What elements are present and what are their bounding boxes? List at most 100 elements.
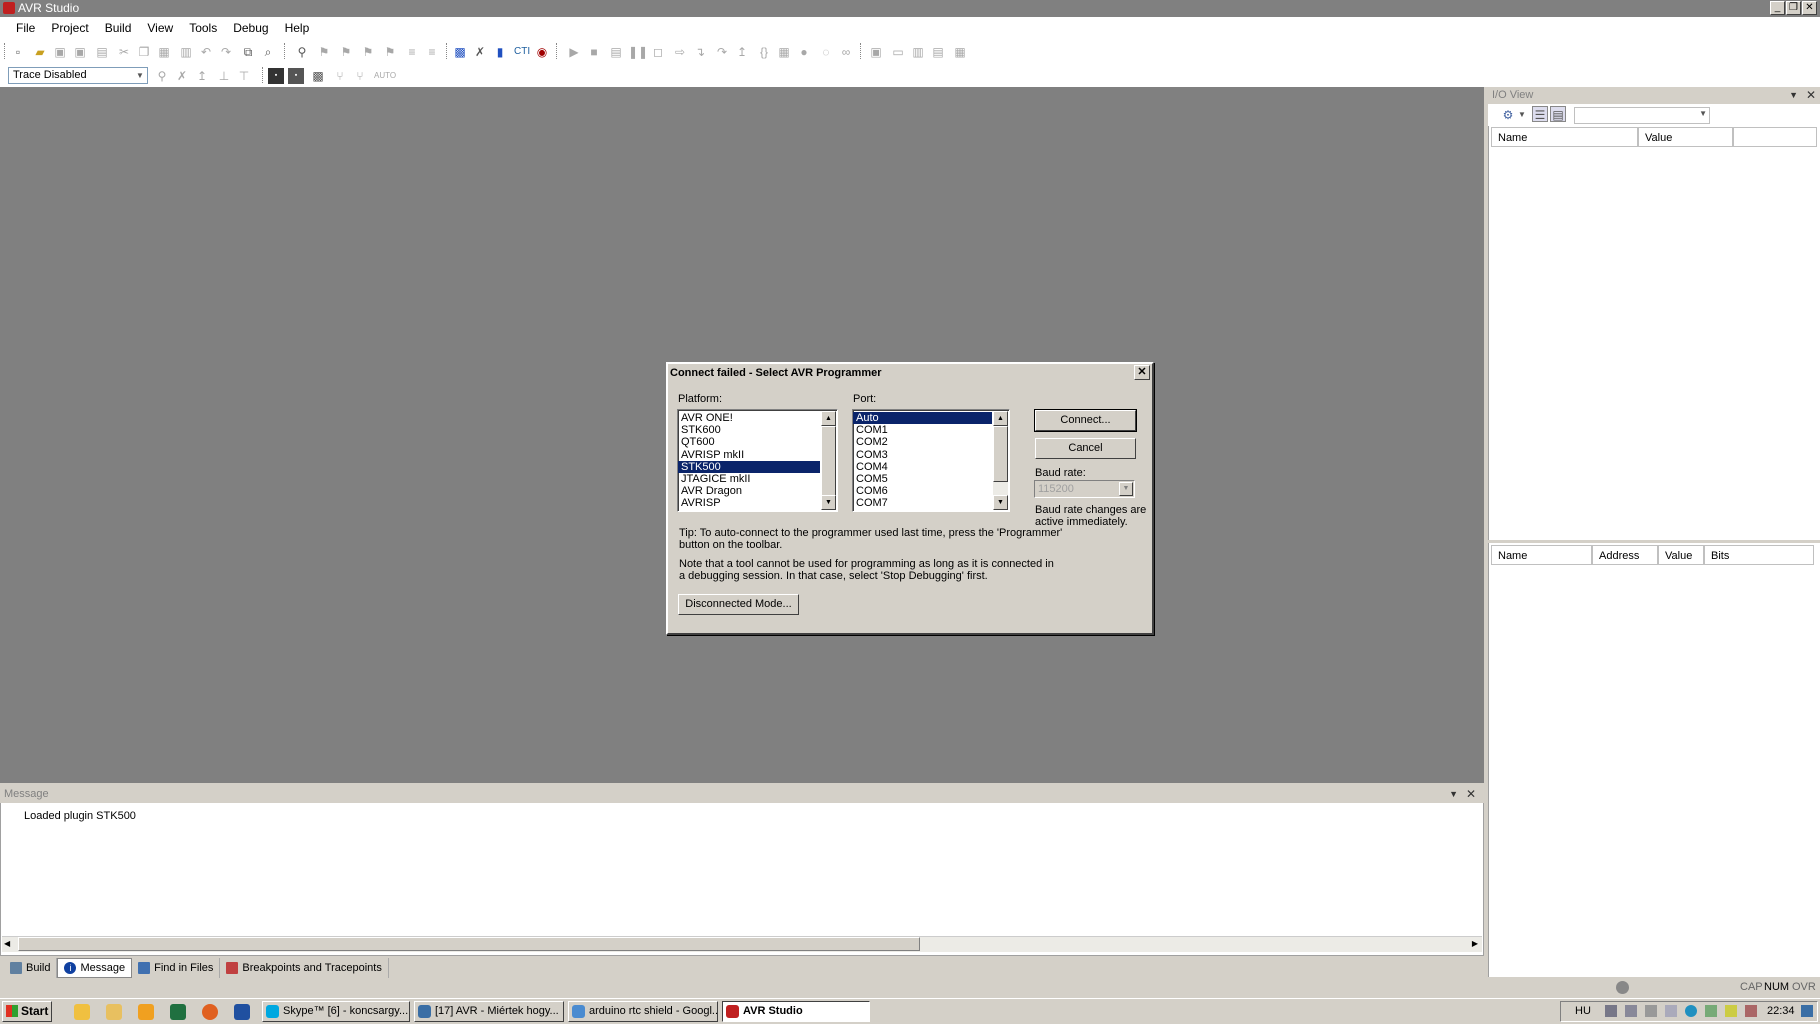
platform-scrollbar[interactable]: ▲ ▼ bbox=[821, 411, 836, 510]
show-desktop-icon[interactable] bbox=[1801, 1005, 1813, 1017]
trace-auto-icon[interactable]: AUTO bbox=[374, 68, 396, 84]
io-view-splitter[interactable] bbox=[1488, 540, 1820, 543]
platform-option[interactable]: AVRISP mkII bbox=[678, 449, 837, 461]
next-bookmark-icon[interactable]: ⚑ bbox=[338, 44, 354, 60]
taskbar-item-skype[interactable]: Skype™ [6] - koncsargy... bbox=[262, 1001, 410, 1022]
baud-rate-select[interactable]: 115200 ▼ bbox=[1034, 480, 1135, 498]
quick-watch-icon[interactable]: ∞ bbox=[838, 44, 854, 60]
menu-file[interactable]: File bbox=[8, 17, 43, 39]
trace-step-icon[interactable]: ↥ bbox=[194, 68, 210, 84]
port-option[interactable]: COM2 bbox=[853, 436, 1009, 448]
taskbar-item-avr-studio[interactable]: AVR Studio bbox=[722, 1001, 870, 1022]
copy-icon[interactable]: ❐ bbox=[136, 44, 152, 60]
platform-option[interactable]: STK600 bbox=[678, 424, 837, 436]
io-col-name[interactable]: Name bbox=[1491, 127, 1638, 147]
io-filter-combo[interactable]: ▼ bbox=[1574, 107, 1710, 124]
print-preview-icon[interactable]: ▥ bbox=[178, 44, 194, 60]
platform-option[interactable]: AVR ONE! bbox=[678, 412, 837, 424]
windows-icon[interactable]: ⧉ bbox=[240, 44, 256, 60]
quicklaunch-firefox-icon[interactable] bbox=[202, 1004, 218, 1020]
trace-asm-icon[interactable]: ▪ bbox=[268, 68, 284, 84]
port-option[interactable]: COM1 bbox=[853, 424, 1009, 436]
scrollbar-thumb[interactable] bbox=[993, 426, 1008, 482]
step-out-icon[interactable]: ↥ bbox=[734, 44, 750, 60]
tray-device-icon[interactable] bbox=[1625, 1005, 1637, 1017]
remove-breakpoints-icon[interactable]: ◌ bbox=[818, 44, 834, 60]
new-file-icon[interactable]: ▫ bbox=[10, 44, 26, 60]
save-all-icon[interactable]: ▣ bbox=[72, 44, 88, 60]
clock[interactable]: 22:34 bbox=[1767, 1002, 1795, 1021]
cancel-button[interactable]: Cancel bbox=[1035, 438, 1136, 459]
platform-listbox[interactable]: AVR ONE! STK600 QT600 AVRISP mkII STK500… bbox=[677, 409, 838, 512]
taskbar-item-google[interactable]: arduino rtc shield - Googl... bbox=[568, 1001, 718, 1022]
tray-network-icon[interactable] bbox=[1605, 1005, 1617, 1017]
stop-debugging-icon[interactable]: ■ bbox=[586, 44, 602, 60]
quicklaunch-folder-icon[interactable] bbox=[106, 1004, 122, 1020]
menu-view[interactable]: View bbox=[139, 17, 181, 39]
toggle-breakpoint-icon[interactable]: ● bbox=[796, 44, 812, 60]
close-icon[interactable]: ✕ bbox=[1466, 786, 1476, 803]
indent-icon[interactable]: ≡ bbox=[404, 44, 420, 60]
watch-window-icon[interactable]: ▣ bbox=[868, 44, 884, 60]
io-bits-col-bits[interactable]: Bits bbox=[1704, 545, 1814, 565]
scroll-up-icon[interactable]: ▲ bbox=[993, 411, 1008, 426]
scroll-left-icon[interactable]: ◀ bbox=[4, 939, 10, 948]
port-option[interactable]: COM6 bbox=[853, 485, 1009, 497]
io-col-value[interactable]: Value bbox=[1638, 127, 1733, 147]
quicklaunch-excel-icon[interactable] bbox=[170, 1004, 186, 1020]
menu-debug[interactable]: Debug bbox=[225, 17, 276, 39]
find-icon[interactable]: ⚲ bbox=[294, 44, 310, 60]
trace-list-icon[interactable]: ▩ bbox=[310, 68, 326, 84]
toggle-bookmark-icon[interactable]: ⚑ bbox=[316, 44, 332, 60]
register-window-icon[interactable]: ▥ bbox=[910, 44, 926, 60]
platform-option[interactable]: AVRISP bbox=[678, 497, 837, 509]
dialog-close-button[interactable]: ✕ bbox=[1134, 365, 1150, 380]
trace-merge-icon[interactable]: ⑂ bbox=[352, 68, 368, 84]
con-icon[interactable]: CTI bbox=[514, 44, 530, 60]
port-option[interactable]: COM5 bbox=[853, 473, 1009, 485]
io-bits-col-address[interactable]: Address bbox=[1592, 545, 1658, 565]
close-window-button[interactable]: ✕ bbox=[1802, 1, 1817, 15]
step-into-icon[interactable]: ↴ bbox=[692, 44, 708, 60]
platform-option[interactable]: AVR Dragon bbox=[678, 485, 837, 497]
trace-upload-icon[interactable]: ⊤ bbox=[236, 68, 252, 84]
start-debugging-icon[interactable]: ▶ bbox=[566, 44, 582, 60]
tree-view-icon[interactable]: ☰ bbox=[1532, 106, 1548, 122]
list-view-icon[interactable]: ▤ bbox=[1550, 106, 1566, 122]
auto-step-icon[interactable]: ▦ bbox=[776, 44, 792, 60]
build-tool-icon[interactable]: ✗ bbox=[472, 44, 488, 60]
reset-icon[interactable]: ◻ bbox=[650, 44, 666, 60]
port-scrollbar[interactable]: ▲ ▼ bbox=[993, 411, 1008, 510]
tab-find-in-files[interactable]: Find in Files bbox=[132, 958, 221, 978]
platform-option[interactable]: QT600 bbox=[678, 436, 837, 448]
tray-volume-icon[interactable] bbox=[1645, 1005, 1657, 1017]
programmer-icon[interactable]: ◉ bbox=[534, 44, 550, 60]
trace-src-icon[interactable]: ▪ bbox=[288, 68, 304, 84]
trace-download-icon[interactable]: ⊥ bbox=[216, 68, 232, 84]
cut-icon[interactable]: ✂ bbox=[116, 44, 132, 60]
locals-window-icon[interactable]: ▭ bbox=[890, 44, 906, 60]
trace-clear-icon[interactable]: ✗ bbox=[174, 68, 190, 84]
tray-update-icon[interactable] bbox=[1685, 1005, 1697, 1017]
clear-bookmarks-icon[interactable]: ⚑ bbox=[382, 44, 398, 60]
menu-tools[interactable]: Tools bbox=[181, 17, 225, 39]
show-next-statement-icon[interactable]: ⇨ bbox=[672, 44, 688, 60]
io-bits-col-name[interactable]: Name bbox=[1491, 545, 1592, 565]
scroll-down-icon[interactable]: ▼ bbox=[821, 495, 836, 510]
program-chip-icon[interactable]: ▩ bbox=[452, 44, 468, 60]
paste-icon[interactable]: ▦ bbox=[156, 44, 172, 60]
platform-option[interactable]: JTAGICE mkII bbox=[678, 473, 837, 485]
find-in-files-icon[interactable]: ⌕ bbox=[260, 44, 276, 60]
tray-flag-icon[interactable] bbox=[1745, 1005, 1757, 1017]
close-icon[interactable]: ✕ bbox=[1806, 87, 1816, 104]
disassembler-window-icon[interactable]: ▦ bbox=[952, 44, 968, 60]
break-icon[interactable]: ❚❚ bbox=[628, 44, 648, 60]
outdent-icon[interactable]: ≡ bbox=[424, 44, 440, 60]
port-option[interactable]: COM7 bbox=[853, 497, 1009, 509]
memory-window-icon[interactable]: ▤ bbox=[930, 44, 946, 60]
tray-shield-icon[interactable] bbox=[1725, 1005, 1737, 1017]
scroll-right-icon[interactable]: ▶ bbox=[1472, 939, 1478, 948]
minimize-button[interactable]: _ bbox=[1770, 1, 1785, 15]
menu-help[interactable]: Help bbox=[277, 17, 318, 39]
menu-project[interactable]: Project bbox=[43, 17, 96, 39]
